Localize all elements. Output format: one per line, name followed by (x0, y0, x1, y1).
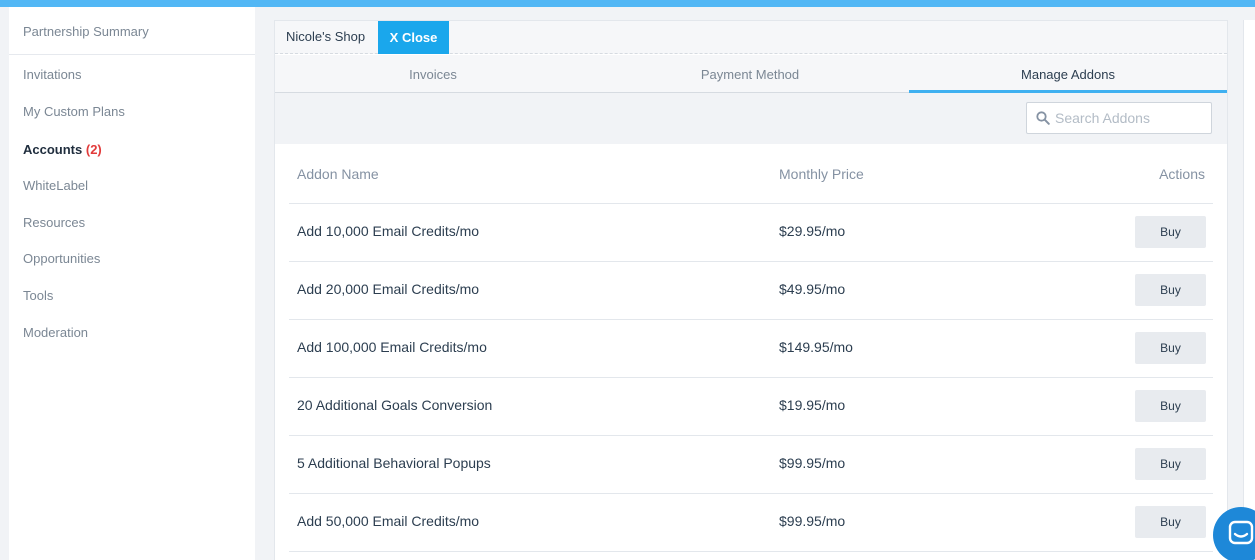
sidebar-item-label: My Custom Plans (23, 104, 125, 119)
buy-button[interactable]: Buy (1135, 216, 1206, 248)
sidebar-item-label: Accounts (23, 142, 83, 157)
buy-button[interactable]: Buy (1135, 274, 1206, 306)
table-row: Add 20,000 Email Credits/mo $49.95/mo Bu… (289, 262, 1213, 320)
sidebar-item-label: Partnership Summary (23, 24, 149, 39)
tab-manage-addons[interactable]: Manage Addons (909, 55, 1227, 94)
table-header: Addon Name Monthly Price Actions (289, 144, 1213, 204)
table-row: 20 Additional Goals Conversion $19.95/mo… (289, 378, 1213, 436)
sidebar-item-partnership-summary[interactable]: Partnership Summary (9, 22, 255, 42)
right-edge-panel (1243, 20, 1255, 560)
search-box[interactable] (1026, 102, 1212, 134)
close-button[interactable]: X Close (378, 21, 449, 54)
sidebar-item-label: WhiteLabel (23, 178, 89, 193)
sidebar-item-opportunities[interactable]: Opportunities (9, 249, 255, 269)
table-row: 5 Additional Behavioral Popups $99.95/mo… (289, 436, 1213, 494)
tab-payment-method[interactable]: Payment Method (591, 55, 909, 93)
addon-price: $19.95/mo (779, 397, 846, 413)
search-input[interactable] (1055, 105, 1205, 131)
sidebar-item-tools[interactable]: Tools (9, 286, 255, 306)
search-toolbar (275, 93, 1227, 144)
table-row: Add 100,000 Email Credits/mo $149.95/mo … (289, 320, 1213, 378)
sidebar-item-label: Moderation (23, 325, 89, 340)
sidebar-item-label: Tools (23, 288, 54, 303)
sidebar-item-label: Opportunities (23, 251, 101, 266)
sidebar-item-invitations[interactable]: Invitations (9, 65, 255, 85)
column-header-actions: Actions (1159, 166, 1205, 182)
panel-header: Nicole's Shop X Close (275, 21, 1227, 54)
sidebar-item-whitelabel[interactable]: WhiteLabel (9, 176, 255, 196)
shop-name: Nicole's Shop (286, 29, 366, 44)
addon-name: Add 20,000 Email Credits/mo (297, 281, 480, 297)
addon-price: $29.95/mo (779, 223, 846, 239)
addon-name: Add 50,000 Email Credits/mo (297, 513, 480, 529)
sidebar-item-resources[interactable]: Resources (9, 213, 255, 233)
addon-price: $149.95/mo (779, 339, 853, 355)
addon-price: $99.95/mo (779, 513, 846, 529)
column-header-monthly-price: Monthly Price (779, 166, 864, 182)
sidebar-item-moderation[interactable]: Moderation (9, 323, 255, 343)
buy-button[interactable]: Buy (1135, 332, 1206, 364)
addon-name: 20 Additional Goals Conversion (297, 397, 493, 413)
table-row: Add 10,000 Email Credits/mo $29.95/mo Bu… (289, 204, 1213, 262)
buy-button[interactable]: Buy (1135, 390, 1206, 422)
addon-price: $99.95/mo (779, 455, 846, 471)
accounts-count-badge: (2) (85, 142, 102, 157)
top-accent-bar (0, 0, 1255, 7)
sidebar: Partnership Summary Invitations My Custo… (9, 7, 255, 560)
sidebar-item-accounts[interactable]: Accounts (2) (9, 140, 255, 160)
search-icon (1036, 111, 1050, 125)
addon-price: $49.95/mo (779, 281, 846, 297)
column-header-addon-name: Addon Name (297, 166, 379, 182)
buy-button[interactable]: Buy (1135, 448, 1206, 480)
addon-name: 5 Additional Behavioral Popups (297, 455, 491, 471)
sidebar-divider (9, 54, 255, 55)
addon-name: Add 100,000 Email Credits/mo (297, 339, 487, 355)
addon-name: Add 10,000 Email Credits/mo (297, 223, 480, 239)
buy-button[interactable]: Buy (1135, 506, 1206, 538)
sidebar-item-label: Resources (23, 215, 86, 230)
sidebar-item-label: Invitations (23, 67, 82, 82)
account-panel: Nicole's Shop X Close Invoices Payment M… (274, 20, 1228, 560)
tab-bar: Invoices Payment Method Manage Addons (275, 55, 1227, 94)
chat-icon (1228, 520, 1254, 545)
tab-invoices[interactable]: Invoices (275, 55, 591, 93)
sidebar-item-my-custom-plans[interactable]: My Custom Plans (9, 102, 255, 122)
table-row: Add 50,000 Email Credits/mo $99.95/mo Bu… (289, 494, 1213, 552)
